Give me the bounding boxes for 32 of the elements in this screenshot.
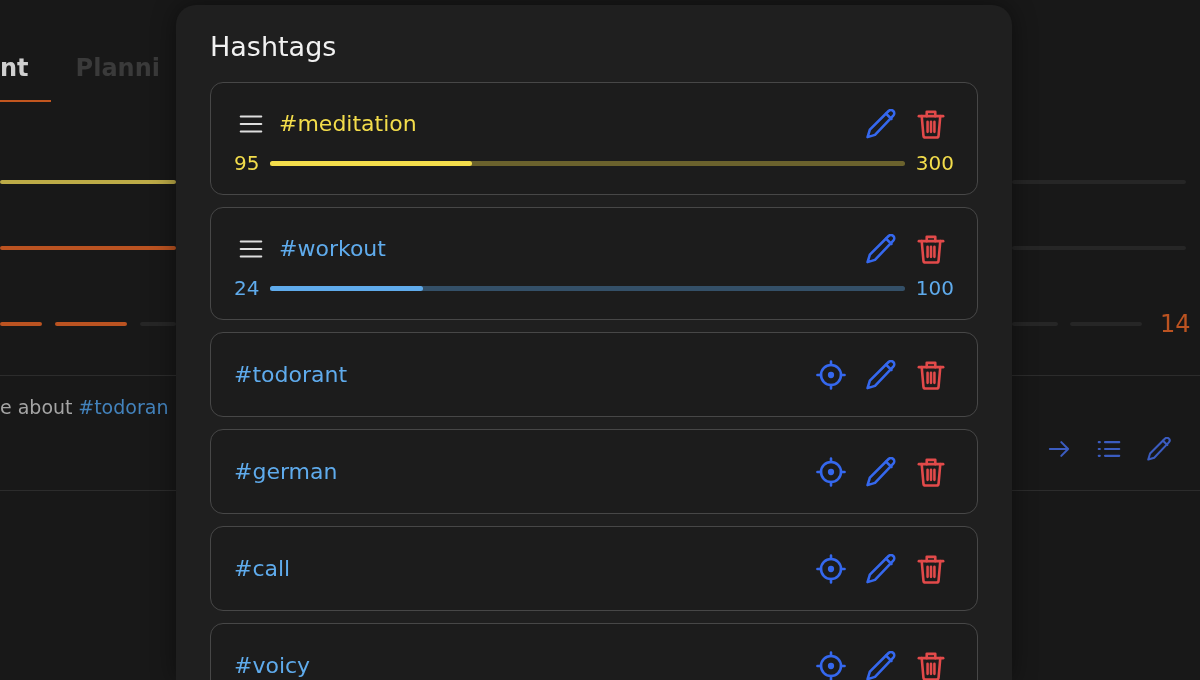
hashtag-name: #call <box>234 556 291 581</box>
crosshair-icon[interactable] <box>816 553 846 584</box>
crosshair-icon[interactable] <box>816 359 846 390</box>
goal-count: 300 <box>915 151 954 175</box>
pencil-icon[interactable] <box>866 359 896 390</box>
trash-icon[interactable] <box>916 234 946 264</box>
trash-icon[interactable] <box>916 456 946 487</box>
pencil-icon[interactable] <box>866 234 896 264</box>
trash-icon[interactable] <box>916 650 946 680</box>
hashtag-link[interactable]: #todoran <box>78 395 169 418</box>
trash-icon[interactable] <box>916 109 946 139</box>
hashtag-name: #workout <box>279 237 386 261</box>
hashtag-name: #todorant <box>234 362 348 387</box>
progress-count: 95 <box>234 151 260 175</box>
count-text: 14 <box>1160 310 1191 338</box>
pencil-icon[interactable] <box>1147 437 1171 461</box>
hashtag-name: #german <box>234 459 338 484</box>
pencil-icon[interactable] <box>866 553 896 584</box>
pencil-icon[interactable] <box>866 456 896 487</box>
crosshair-icon[interactable] <box>816 650 846 680</box>
pencil-icon[interactable] <box>866 109 896 139</box>
hashtag-name: #meditation <box>279 112 417 136</box>
progress-count: 24 <box>234 276 260 300</box>
trash-icon[interactable] <box>916 359 946 390</box>
note-text: e about #todoran <box>0 394 169 419</box>
hashtag-name: #voicy <box>234 653 311 678</box>
tab[interactable]: nt <box>0 54 51 102</box>
dialog-title: Hashtags <box>210 32 337 62</box>
pencil-icon[interactable] <box>866 650 896 680</box>
crosshair-icon[interactable] <box>816 456 846 487</box>
goal-count: 100 <box>915 276 954 300</box>
trash-icon[interactable] <box>916 553 946 584</box>
